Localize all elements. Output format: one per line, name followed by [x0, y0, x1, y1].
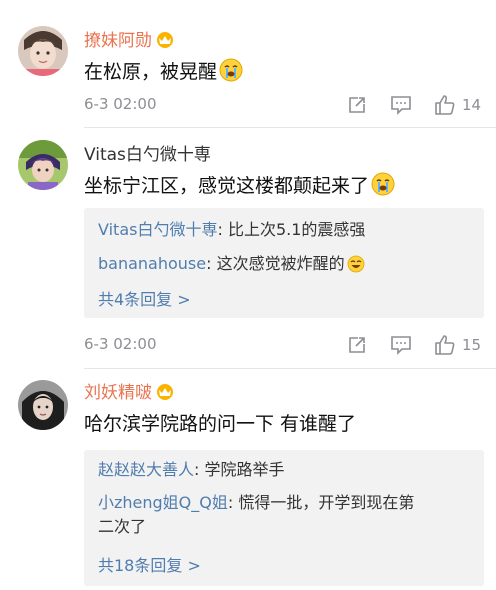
- reply-item[interactable]: 小zheng姐Q_Q姐: 慌得一批，开学到现在第 二次了: [98, 491, 472, 539]
- reply-username[interactable]: 赵赵赵大善人: [98, 460, 194, 479]
- like-count: 14: [462, 96, 482, 114]
- avatar[interactable]: [18, 26, 68, 76]
- repost-button[interactable]: [347, 93, 367, 117]
- reply-preview-box[interactable]: Vitas白勺微十専: 比上次5.1的震感强 bananahouse: 这次感觉…: [84, 208, 484, 318]
- crying-face-icon: [219, 58, 243, 89]
- comment-icon: [391, 336, 411, 355]
- comment-text: 在松原，被晃醒: [84, 58, 243, 89]
- comment-text-label: 坐标宁江区，感觉这楼都颠起来了: [84, 175, 370, 197]
- repost-icon: [349, 97, 365, 113]
- comment-text-label: 在松原，被晃醒: [84, 61, 218, 83]
- divider: [84, 368, 496, 369]
- reply-text: : 慌得一批，开学到现在第: [227, 493, 415, 512]
- reply-item[interactable]: Vitas白勺微十専: 比上次5.1的震感强: [98, 218, 472, 242]
- reply-username[interactable]: 小zheng姐Q_Q姐: [98, 493, 228, 512]
- avatar[interactable]: [18, 140, 68, 190]
- reply-button[interactable]: [390, 333, 412, 357]
- divider: [84, 127, 496, 128]
- comment-icon: [391, 96, 411, 115]
- username-label[interactable]: 撩妹阿勋: [84, 31, 152, 51]
- vip-crown-icon: [155, 383, 175, 407]
- repost-icon: [349, 337, 365, 353]
- thumbs-up-icon: [435, 335, 455, 355]
- reply-text: : 学院路举手: [194, 460, 285, 479]
- reply-username[interactable]: Vitas白勺微十専: [98, 220, 217, 239]
- reply-button[interactable]: [390, 93, 412, 117]
- repost-button[interactable]: [347, 333, 367, 357]
- username-label[interactable]: 刘妖精啵: [84, 383, 152, 403]
- more-replies-link[interactable]: 共18条回复 >: [98, 552, 201, 576]
- comment-meta: 6-3 02:00 14: [84, 93, 484, 117]
- thumbs-up-icon: [435, 95, 455, 115]
- laughing-face-icon: [347, 255, 365, 280]
- reply-text-continued: 二次了: [98, 517, 147, 536]
- comment-username[interactable]: 撩妹阿勋: [84, 30, 175, 55]
- comment-text: 坐标宁江区，感觉这楼都颠起来了: [84, 172, 395, 203]
- reply-text: : 这次感觉被炸醒的: [206, 254, 345, 273]
- like-button[interactable]: 15: [434, 333, 481, 357]
- comment-username[interactable]: 刘妖精啵: [84, 382, 175, 407]
- reply-username[interactable]: bananahouse: [98, 254, 206, 273]
- avatar[interactable]: [18, 380, 68, 430]
- like-button[interactable]: 14: [434, 93, 481, 117]
- comment-username[interactable]: Vitas白勺微十専: [84, 144, 211, 166]
- timestamp: 6-3 02:00: [84, 335, 157, 353]
- more-replies-link[interactable]: 共4条回复 >: [98, 286, 191, 310]
- comment-text: 哈尔滨学院路的问一下 有谁醒了: [84, 413, 357, 435]
- timestamp: 6-3 02:00: [84, 95, 157, 113]
- reply-preview-box[interactable]: 赵赵赵大善人: 学院路举手 小zheng姐Q_Q姐: 慌得一批，开学到现在第 二…: [84, 450, 484, 586]
- reply-text: : 比上次5.1的震感强: [217, 220, 366, 239]
- like-count: 15: [462, 336, 482, 354]
- comment-meta: 6-3 02:00 15: [84, 333, 484, 357]
- reply-item[interactable]: bananahouse: 这次感觉被炸醒的: [98, 252, 472, 280]
- vip-crown-icon: [155, 31, 175, 55]
- crying-face-icon: [371, 172, 395, 203]
- reply-item[interactable]: 赵赵赵大善人: 学院路举手: [98, 458, 472, 482]
